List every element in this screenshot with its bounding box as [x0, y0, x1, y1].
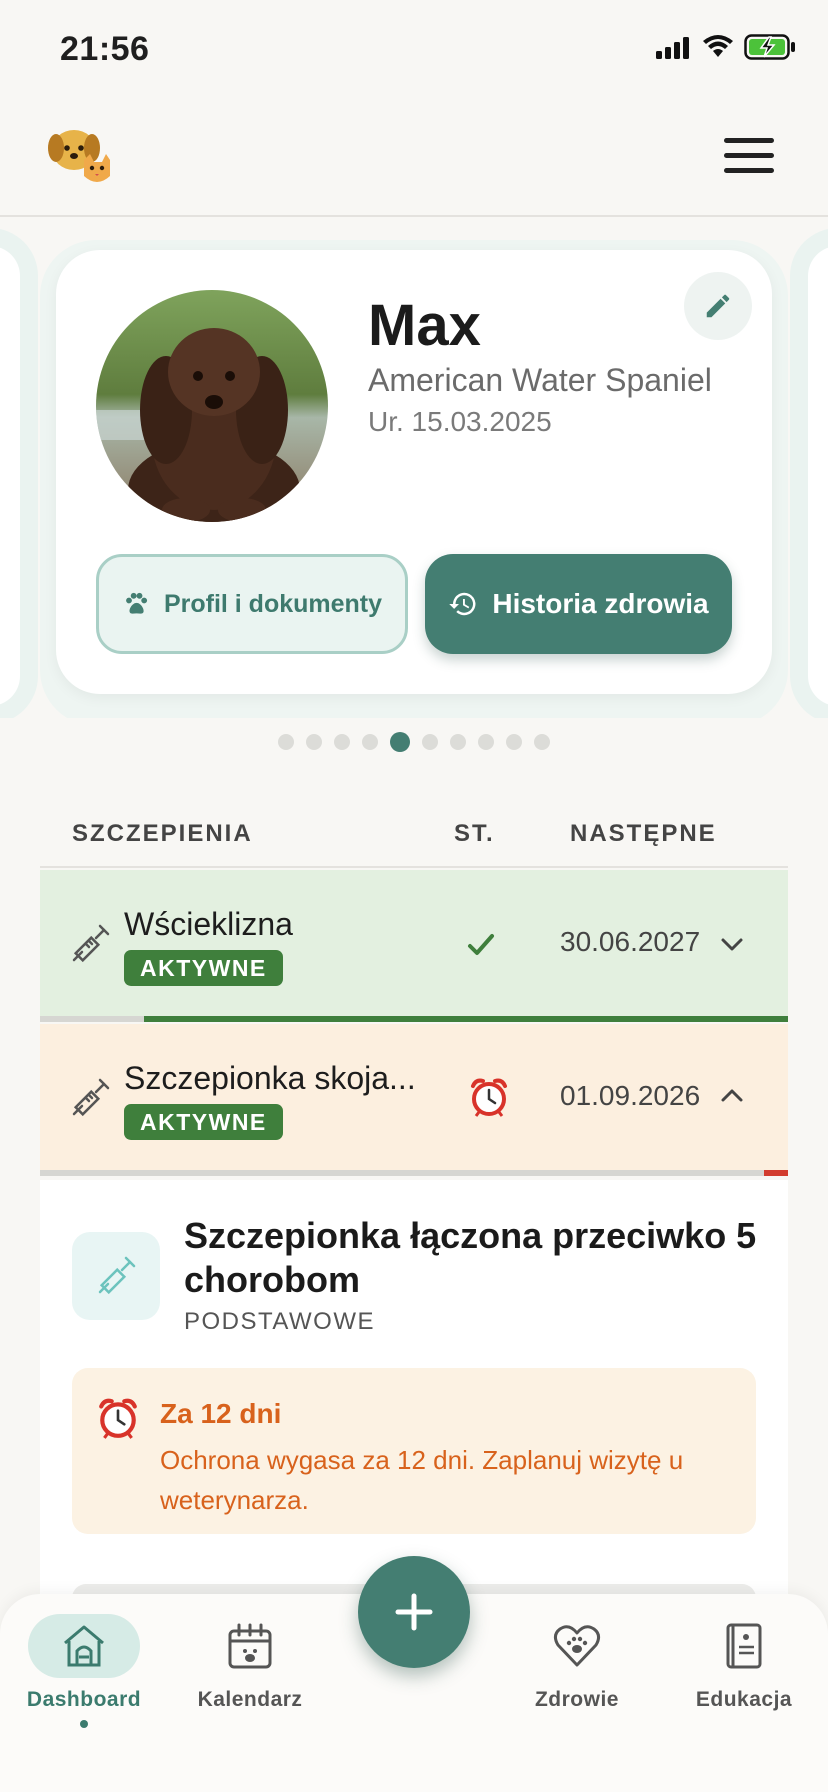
plus-icon — [395, 1593, 433, 1631]
heart-paw-icon — [553, 1625, 601, 1667]
validity-progress-fill — [764, 1170, 788, 1176]
alert-title: Za 12 dni — [160, 1398, 282, 1429]
pet-carousel[interactable]: Max American Water Spaniel Ur. 15.03.202… — [0, 218, 828, 718]
edit-pet-button[interactable] — [684, 272, 752, 340]
validity-progress-track — [40, 1016, 788, 1022]
alert-text: Ochrona wygasa za 12 dni. Zaplanuj wizyt… — [160, 1445, 684, 1515]
detail-icon-box — [72, 1232, 160, 1320]
carousel-dot[interactable] — [390, 732, 410, 752]
expiry-alert: Za 12 dni Ochrona wygasa za 12 dni. Zapl… — [72, 1368, 756, 1534]
validity-progress-fill — [144, 1016, 788, 1022]
chevron-down-icon[interactable] — [720, 934, 744, 954]
pet-birth-date: Ur. 15.03.2025 — [368, 406, 552, 437]
pet-photo — [96, 290, 328, 522]
detail-type: PODSTAWOWE — [184, 1308, 375, 1335]
carousel-dot[interactable] — [334, 734, 350, 750]
next-date: 30.06.2027 — [560, 926, 701, 957]
detail-title: Szczepionka łączona przeciwko 5 chorobom — [184, 1215, 757, 1300]
status-time: 21:56 — [60, 30, 150, 68]
profile-documents-label: Profil i dokumenty — [163, 589, 383, 618]
health-history-button[interactable]: Historia zdrowia — [425, 554, 732, 654]
history-icon — [449, 592, 476, 616]
nav-item-calendar[interactable]: Kalendarz — [180, 1614, 320, 1712]
pencil-icon — [706, 294, 730, 318]
status-badge: AKTYWNE — [124, 1104, 283, 1140]
vaccine-name: Wścieklizna — [124, 906, 293, 942]
health-history-label: Historia zdrowia — [492, 588, 709, 619]
nav-label: Dashboard — [26, 1688, 142, 1711]
pet-card: Max American Water Spaniel Ur. 15.03.202… — [56, 250, 772, 694]
battery-charging-icon — [744, 34, 795, 60]
next-pet-card-edge[interactable] — [808, 246, 828, 706]
carousel-dot[interactable] — [306, 734, 322, 750]
alarm-clock-icon — [471, 1078, 507, 1117]
doghouse-icon — [64, 1625, 104, 1667]
carousel-dot[interactable] — [362, 734, 378, 750]
carousel-dot[interactable] — [506, 734, 522, 750]
carousel-dot[interactable] — [278, 734, 294, 750]
header-status: ST. — [454, 820, 495, 847]
nav-item-health[interactable]: Zdrowie — [507, 1614, 647, 1712]
validity-progress-track — [40, 1170, 788, 1176]
book-icon — [726, 1623, 762, 1669]
add-button[interactable] — [358, 1556, 470, 1668]
hamburger-menu-icon[interactable] — [724, 138, 774, 178]
chevron-up-icon[interactable] — [720, 1086, 744, 1106]
app-header — [0, 100, 828, 217]
carousel-dot[interactable] — [450, 734, 466, 750]
pet-breed: American Water Spaniel — [368, 362, 712, 398]
carousel-dot[interactable] — [422, 734, 438, 750]
vaccination-row-rabies[interactable]: Wścieklizna AKTYWNE 30.06.2027 — [40, 870, 788, 1022]
vaccinations-table-header: SZCZEPIENIA ST. NASTĘPNE — [40, 812, 788, 868]
previous-pet-card-edge[interactable] — [0, 246, 20, 706]
cellular-icon — [656, 37, 689, 59]
status-icons — [656, 34, 796, 60]
pets-logo-icon[interactable] — [46, 124, 116, 188]
calendar-icon — [228, 1623, 272, 1669]
header-vaccinations: SZCZEPIENIA — [72, 820, 253, 847]
vaccine-name: Szczepionka skoja... — [124, 1060, 416, 1096]
nav-item-education[interactable]: Edukacja — [674, 1614, 814, 1712]
wifi-icon — [703, 35, 733, 57]
status-bar: 21:56 — [0, 0, 828, 100]
active-indicator — [80, 1720, 88, 1728]
carousel-pagination[interactable] — [0, 732, 828, 752]
carousel-dot[interactable] — [478, 734, 494, 750]
vaccination-row-combined[interactable]: Szczepionka skoja... AKTYWNE 01.09.2026 — [40, 1024, 788, 1176]
profile-documents-button[interactable]: Profil i dokumenty — [96, 554, 408, 654]
syringe-icon — [72, 1078, 110, 1117]
syringe-icon — [98, 1256, 136, 1295]
vaccination-detail-panel: Szczepionka łączona przeciwko 5 chorobom… — [40, 1180, 788, 1600]
nav-label: Zdrowie — [534, 1688, 619, 1711]
pet-name: Max — [368, 293, 481, 358]
nav-label: Kalendarz — [197, 1688, 303, 1711]
next-date: 01.09.2026 — [560, 1080, 701, 1111]
carousel-dot[interactable] — [534, 734, 550, 750]
header-next: NASTĘPNE — [570, 820, 717, 847]
alarm-clock-icon — [99, 1398, 137, 1439]
syringe-icon — [72, 924, 110, 963]
paw-icon — [126, 592, 148, 614]
nav-label: Edukacja — [695, 1688, 793, 1711]
nav-item-dashboard[interactable]: Dashboard — [14, 1614, 154, 1728]
status-badge: AKTYWNE — [124, 950, 283, 986]
check-icon — [468, 934, 494, 955]
